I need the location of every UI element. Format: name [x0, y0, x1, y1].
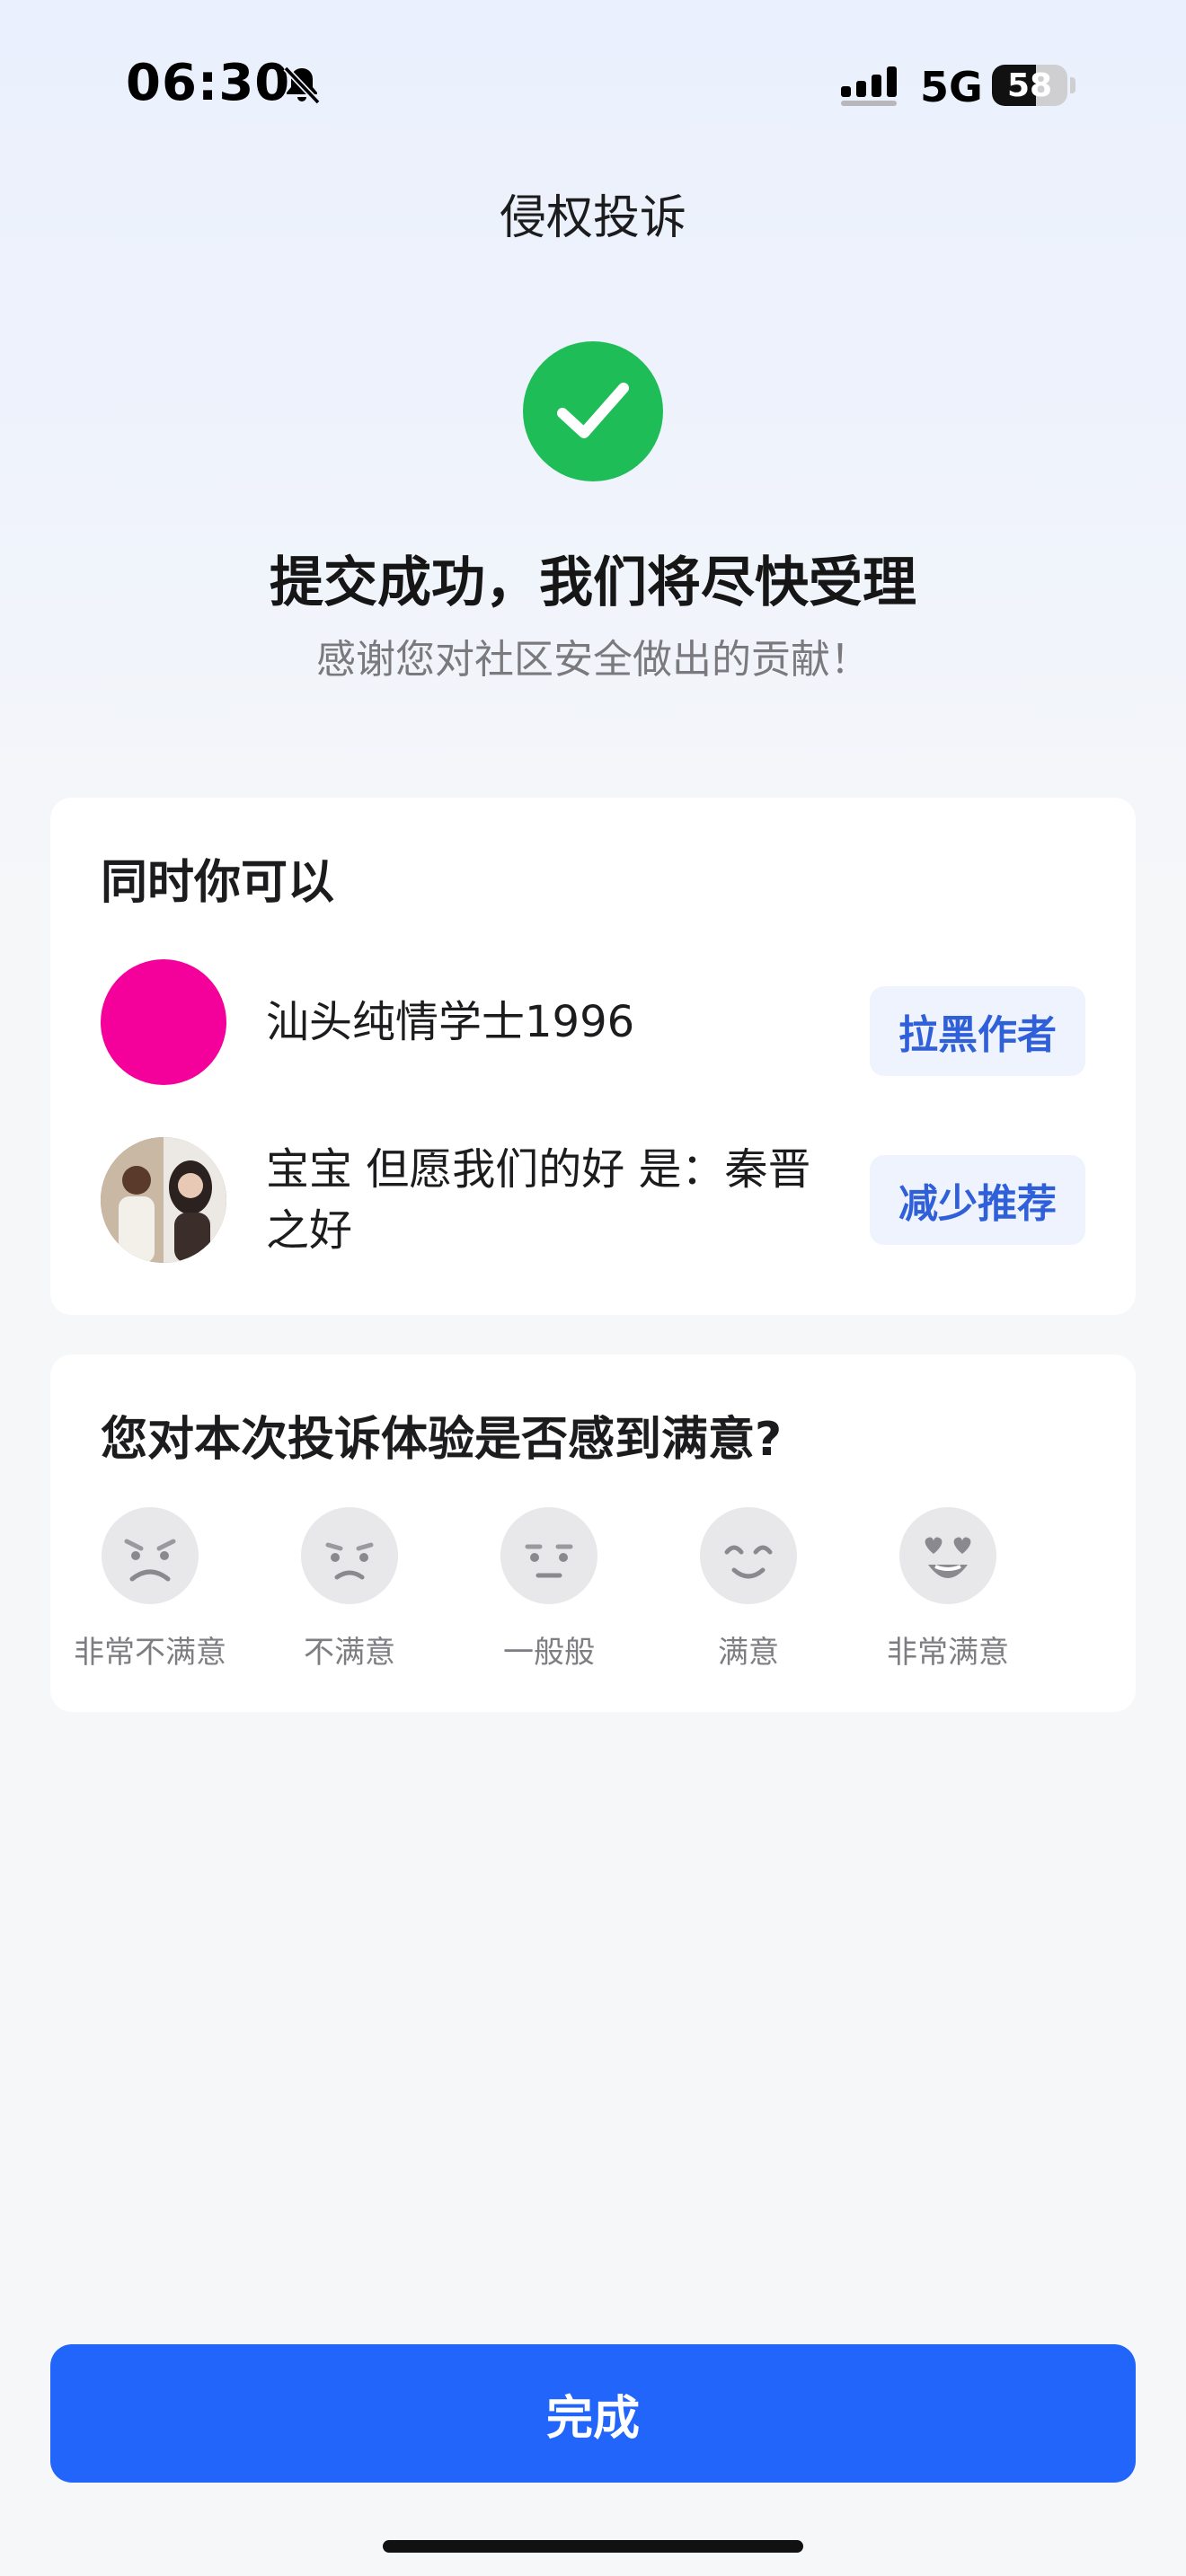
rating-option-satisfied[interactable]: 满意 [649, 1505, 848, 1685]
very-dissatisfied-face-icon [102, 1507, 199, 1604]
actions-heading: 同时你可以 [101, 856, 335, 910]
survey-card: 您对本次投诉体验是否感到满意? 非常不满意 不满意 一般般 满意 非常满意 [50, 1354, 1136, 1712]
status-time: 06:30 [126, 54, 291, 112]
battery-level-text: 58 [1006, 66, 1053, 104]
author-name: 汕头纯情学士1996 [266, 997, 635, 1047]
avatar-photo-icon [101, 1137, 226, 1263]
success-subtitle: 感谢您对社区安全做出的贡献！ [316, 637, 870, 683]
avatar[interactable] [101, 1137, 226, 1263]
rating-option-dissatisfied[interactable]: 不满意 [250, 1505, 449, 1685]
rating-label: 一般般 [503, 1635, 595, 1671]
rating-label: 不满意 [304, 1635, 395, 1671]
success-title: 提交成功，我们将尽快受理 [270, 551, 916, 614]
dissatisfied-face-icon [301, 1507, 398, 1604]
page-title: 侵权投诉 [499, 191, 686, 245]
actions-card: 同时你可以 汕头纯情学士1996 拉黑作者 宝宝 但愿我们的好 是：秦晋之好 减… [50, 798, 1136, 1315]
reduce-recommendation-button[interactable]: 减少推荐 [870, 1155, 1085, 1245]
network-type: 5G [920, 63, 983, 111]
very-satisfied-face-icon [899, 1507, 996, 1604]
rating-options: 非常不满意 不满意 一般般 满意 非常满意 [50, 1505, 1136, 1685]
check-circle-icon [523, 341, 663, 481]
rating-option-neutral[interactable]: 一般般 [449, 1505, 649, 1685]
home-indicator [383, 2540, 803, 2553]
signal-strength-icon [841, 66, 897, 106]
battery-cap [1070, 77, 1075, 93]
battery-indicator: 58 [992, 65, 1067, 106]
survey-question: 您对本次投诉体验是否感到满意? [101, 1413, 783, 1467]
rating-label: 满意 [718, 1635, 779, 1671]
action-row-author: 汕头纯情学士1996 拉黑作者 [50, 959, 1136, 1103]
rating-label: 非常不满意 [74, 1635, 226, 1671]
avatar[interactable] [101, 959, 226, 1085]
neutral-face-icon [500, 1507, 597, 1604]
block-author-button[interactable]: 拉黑作者 [870, 986, 1085, 1076]
rating-option-very-satisfied[interactable]: 非常满意 [848, 1505, 1048, 1685]
done-button[interactable]: 完成 [50, 2344, 1136, 2483]
rating-label: 非常满意 [887, 1635, 1009, 1671]
satisfied-face-icon [700, 1507, 797, 1604]
content-title: 宝宝 但愿我们的好 是：秦晋之好 [266, 1144, 811, 1256]
action-row-content: 宝宝 但愿我们的好 是：秦晋之好 减少推荐 [50, 1137, 1136, 1281]
status-bar: 06:30 5G 58 [0, 0, 1186, 171]
bell-off-icon [283, 66, 321, 105]
rating-option-very-dissatisfied[interactable]: 非常不满意 [50, 1505, 250, 1685]
